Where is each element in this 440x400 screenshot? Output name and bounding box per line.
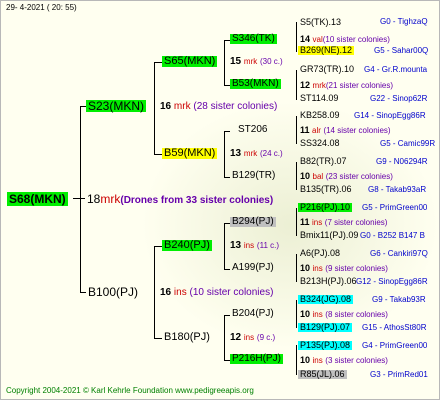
queen-g4-15-origin: G4 - PrimGreen00 [362, 341, 428, 350]
queen-g4-10[interactable]: Bmix11(PJ).09 [298, 231, 360, 240]
queen-g4-7[interactable]: B82(TR).07 [298, 157, 349, 166]
queen-g4-11-origin: G6 - Cankiri97Q [370, 249, 428, 258]
connector [154, 246, 155, 338]
queen-g3-6-info: 10 ins (9 sister colonies) [300, 263, 388, 273]
queen-g2-3-info: 13 ins (11 c.) [230, 240, 279, 251]
queen-g3-4[interactable]: B129(TR) [230, 171, 277, 181]
queen-g4-3-origin: G4 - Gr.R.mounta [364, 65, 428, 74]
queen-g4-4-origin: G22 - Sinop62R [370, 94, 428, 103]
watermark [140, 100, 440, 350]
queen-g4-13[interactable]: B324(JG).08 [298, 295, 354, 304]
queen-g4-12[interactable]: B213H(PJ).06 [298, 277, 359, 286]
connector [154, 246, 162, 247]
queen-g2-1-info: 15 mrk (30 c.) [230, 56, 283, 67]
queen-g4-2-origin: G5 - Sahar00Q [374, 46, 429, 55]
queen-g4-5-origin: G14 - SinopEgg86R [354, 111, 426, 120]
queen-g4-15[interactable]: P135(PJ).08 [298, 341, 353, 350]
root-code: mrk [100, 192, 121, 206]
queen-g3-4-info: 10 bal (23 sister colonies) [300, 171, 393, 181]
queen-g3-3-info: 11 alr (14 sister colonies) [300, 125, 391, 135]
connector [154, 62, 162, 63]
connector [296, 116, 297, 144]
queen-g2-1[interactable]: S65(MKN) [162, 56, 218, 67]
queen-g4-14-origin: G15 - AthosSt80R [362, 323, 427, 332]
connector [296, 254, 297, 282]
queen-g2-3[interactable]: B240(PJ) [162, 240, 212, 251]
queen-g4-10-origin: G0 - B252 B147 B [360, 231, 425, 240]
queen-g4-16[interactable]: R85(JL).06 [298, 370, 347, 379]
connector [154, 62, 155, 154]
connector [296, 300, 297, 328]
root-queen[interactable]: S68(MKN) [7, 192, 68, 206]
queen-g4-4[interactable]: ST114.09 [298, 94, 340, 103]
connector [296, 345, 297, 375]
queen-g4-9-origin: G5 - PrimGreen00 [362, 203, 428, 212]
queen-g4-6-origin: G5 - Camic99R [380, 139, 436, 148]
root-info: 18mrk(Drones from 33 sister colonies) [87, 193, 273, 206]
queen-g3-8[interactable]: P216H(PJ) [230, 354, 283, 364]
date-line: 29- 4-2021 ( 20: 55) [6, 3, 77, 12]
queen-g4-3[interactable]: GR73(TR).10 [298, 65, 356, 74]
connector [296, 162, 297, 190]
connector [80, 106, 81, 292]
queen-g4-8-origin: G8 - Takab93aR [368, 185, 427, 194]
connector [224, 131, 225, 177]
connector [154, 154, 162, 155]
queen-g4-5[interactable]: KB258.09 [298, 111, 342, 120]
queen-g2-4-info: 12 ins (9 c.) [230, 332, 276, 343]
connector [224, 315, 225, 360]
queen-g3-2-info: 12 mrk(21 sister colonies) [300, 80, 393, 90]
queen-g4-7-origin: G9 - N06294R [376, 157, 428, 166]
connector [73, 198, 85, 199]
queen-g3-3[interactable]: ST206 [236, 125, 269, 135]
queen-g3-1-info: 14 val(10 sister colonies) [300, 34, 390, 44]
connector [296, 208, 297, 236]
queen-g3-2[interactable]: B53(MKN) [230, 79, 281, 89]
queen-g3-5-info: 11 ins (7 sister colonies) [300, 217, 388, 227]
queen-g4-12-origin: G12 - SinopEgg86R [356, 277, 428, 286]
connector [154, 338, 162, 339]
queen-g4-14[interactable]: B129(PJ).07 [298, 323, 353, 332]
queen-g3-5[interactable]: B294(PJ) [230, 217, 276, 227]
queen-g4-9[interactable]: P216(PJ).10 [298, 203, 353, 212]
queen-g1-1[interactable]: S23(MKN) [86, 100, 147, 112]
root-gen: 18 [87, 192, 101, 206]
queen-g4-16-origin: G3 - PrimRed01 [370, 370, 428, 379]
queen-g3-7-info: 10 ins (8 sister colonies) [300, 309, 388, 319]
queen-g3-7[interactable]: B204(PJ) [230, 309, 276, 319]
queen-g4-2[interactable]: B269(NE).12 [298, 46, 355, 55]
queen-g2-4[interactable]: B180(PJ) [162, 332, 212, 343]
queen-g1-2-info: 16 ins (10 sister colonies) [160, 287, 274, 298]
footer-copyright: Copyright 2004-2021 © Karl Kehrle Founda… [6, 386, 254, 395]
queen-g3-8-info: 10 ins (3 sister colonies) [300, 355, 388, 365]
queen-g4-11[interactable]: A6(PJ).08 [298, 249, 342, 258]
connector [296, 22, 297, 52]
connector [224, 223, 225, 269]
queen-g4-13-origin: G9 - Takab93R [372, 295, 426, 304]
queen-g3-1[interactable]: S346(TK) [230, 34, 277, 44]
queen-g2-2-info: 13 mrk (24 c.) [230, 148, 283, 159]
queen-g4-8[interactable]: B135(TR).06 [298, 185, 354, 194]
connector [224, 40, 225, 85]
queen-g3-6[interactable]: A199(PJ) [230, 263, 276, 273]
connector [296, 70, 297, 100]
root-note: (Drones from 33 sister colonies) [120, 195, 274, 206]
queen-g2-2[interactable]: B59(MKN) [162, 148, 218, 159]
queen-g1-1-info: 16 mrk (28 sister colonies) [160, 101, 278, 112]
queen-g4-1-origin: G0 - TighzaQ [380, 17, 428, 26]
queen-g1-2[interactable]: B100(PJ) [86, 286, 140, 298]
queen-g4-6[interactable]: SS324.08 [298, 139, 342, 148]
queen-g4-1[interactable]: S5(TK).13 [298, 18, 343, 27]
connector [224, 131, 230, 132]
